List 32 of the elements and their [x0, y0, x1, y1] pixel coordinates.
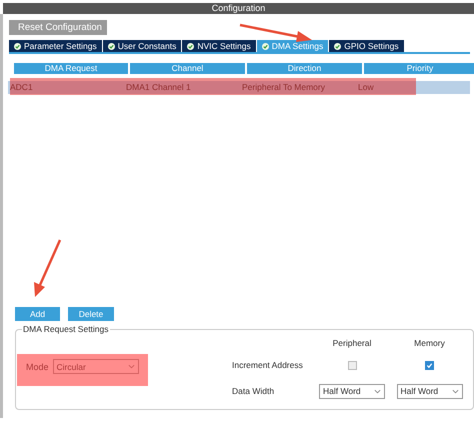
- table-cell-text: Peripheral To Memory: [242, 81, 326, 94]
- check-circle-icon: [334, 42, 342, 50]
- column-header: Memory: [413, 337, 446, 350]
- check-circle-icon: [14, 42, 21, 50]
- check-circle-icon: [108, 42, 115, 50]
- caret-icon: [374, 388, 381, 394]
- column-header: DMA Request: [14, 63, 128, 74]
- table-cell-text: ADC1: [10, 81, 34, 94]
- column-header: Channel: [130, 63, 245, 74]
- column-header: Peripheral: [332, 337, 372, 350]
- group-title: DMA Request Settings: [22, 324, 110, 334]
- tab[interactable]: NVIC Settings: [182, 40, 257, 52]
- row-label: Data Width: [232, 385, 276, 398]
- tab[interactable]: GPIO Settings: [329, 40, 405, 52]
- tab[interactable]: Parameter Settings: [9, 40, 103, 52]
- tab[interactable]: User Constants: [102, 40, 182, 52]
- mode-label: Mode: [26, 362, 49, 372]
- check-circle-icon: [262, 42, 269, 50]
- arrow-drawing: [34, 240, 62, 297]
- window-title: Configuration: [3, 3, 474, 14]
- caret-icon: [128, 364, 135, 369]
- column-header: Priority: [364, 63, 474, 74]
- data-width-dropdown[interactable]: Half Word: [396, 384, 462, 398]
- data-width-dropdown[interactable]: Half Word: [319, 384, 385, 398]
- table-cell-text: Low: [358, 81, 375, 94]
- checkbox[interactable]: [348, 360, 356, 370]
- table-cell-text: DMA1 Channel 1: [126, 81, 192, 94]
- checkbox[interactable]: [425, 360, 434, 370]
- row-label: Increment Address: [232, 359, 304, 372]
- column-header: Direction: [247, 63, 362, 74]
- caret-icon: [452, 388, 458, 394]
- check-circle-icon: [187, 42, 194, 50]
